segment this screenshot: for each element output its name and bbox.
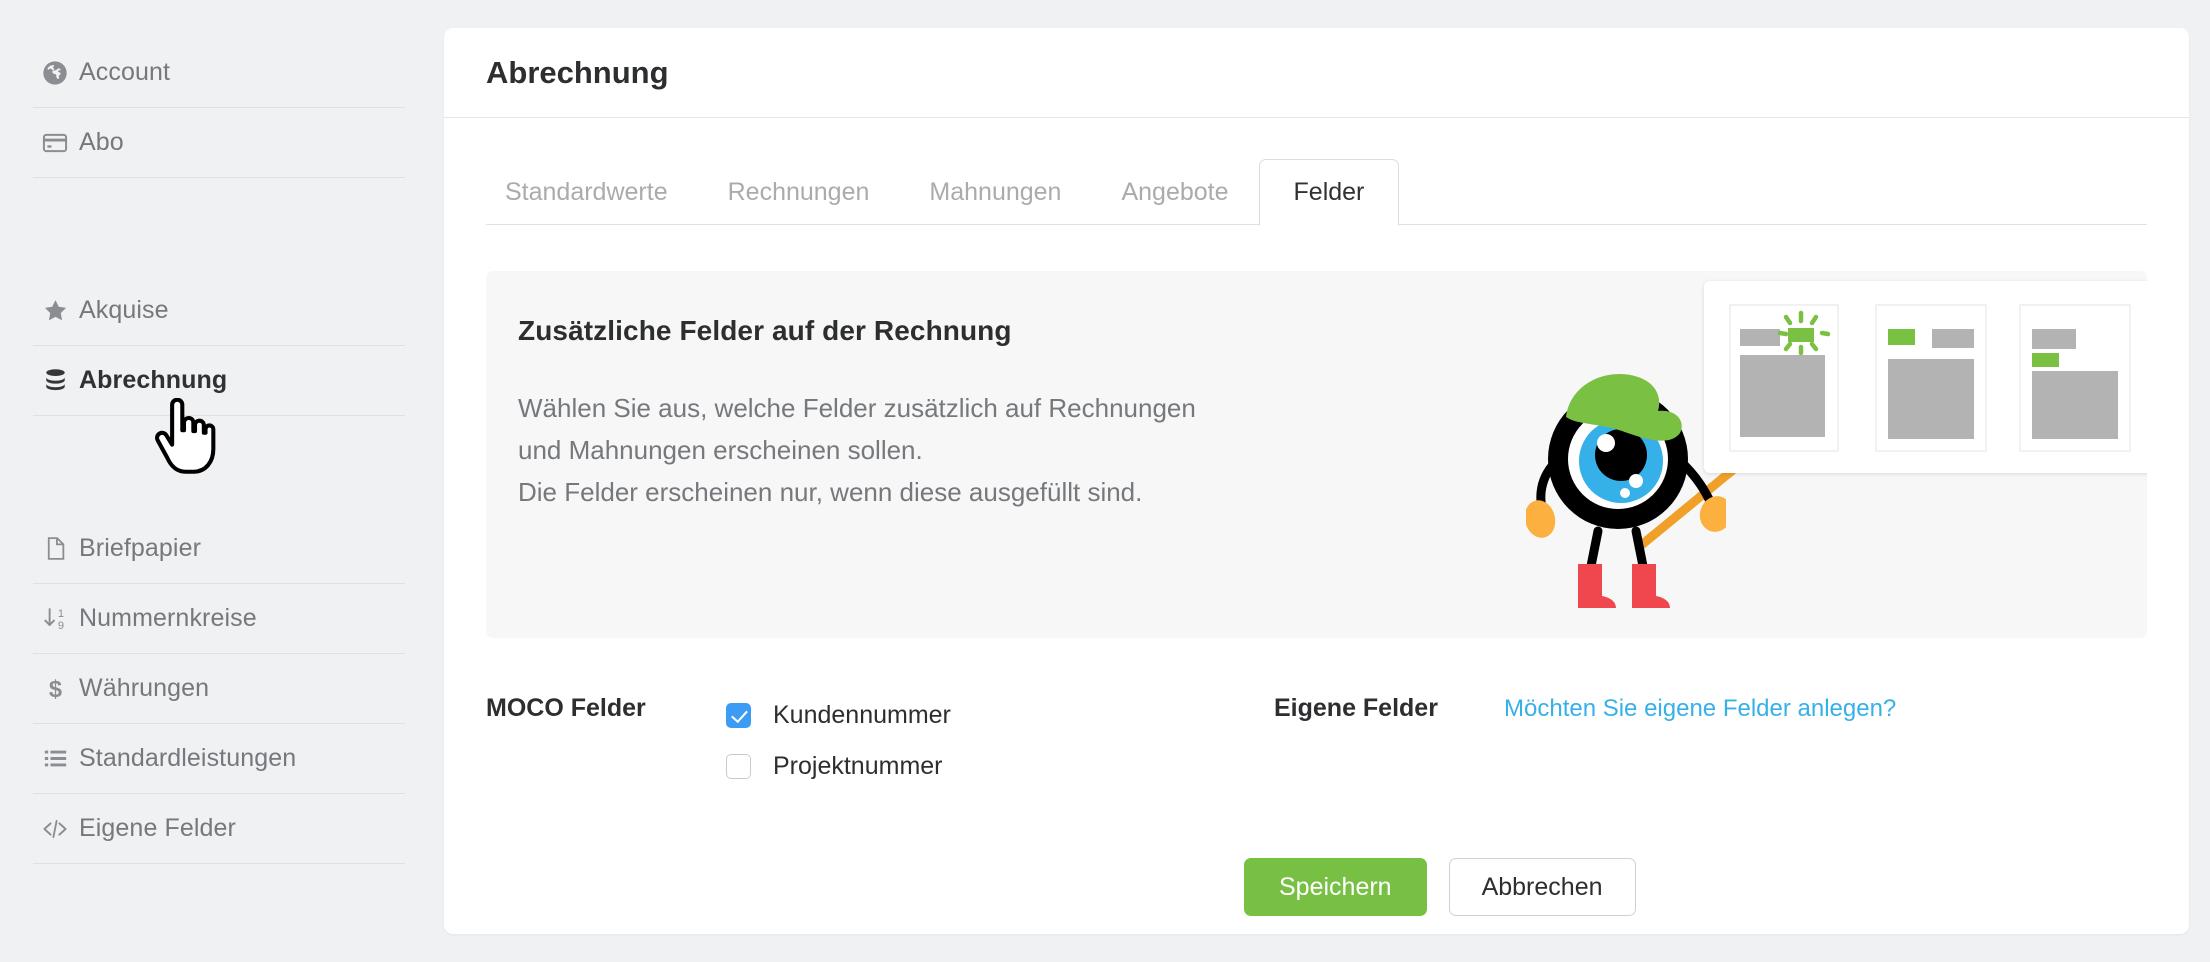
info-line-2: und Mahnungen erscheinen sollen.: [518, 435, 923, 466]
sidebar-item-akquise[interactable]: Akquise: [33, 276, 405, 346]
moco-fields-checkbox-group: Kundennummer Projektnummer: [726, 690, 1126, 792]
globe-icon: [33, 59, 77, 87]
credit-card-icon: [33, 129, 77, 157]
tab-rechnungen[interactable]: Rechnungen: [698, 159, 900, 225]
sidebar-item-eigene-felder[interactable]: Eigene Felder: [33, 794, 405, 864]
info-line-3: Die Felder erscheinen nur, wenn diese au…: [518, 477, 1143, 508]
tab-standardwerte[interactable]: Standardwerte: [475, 159, 698, 225]
checkbox-projektnummer[interactable]: Projektnummer: [726, 741, 1126, 792]
sidebar: Account Abo Akquise Abrechnung Briefpapi…: [0, 0, 440, 962]
sidebar-group-settings: Briefpapier 1 9 Nummernkreise $ Währunge…: [0, 514, 440, 864]
sidebar-item-label: Briefpapier: [79, 534, 201, 562]
star-icon: [33, 297, 77, 324]
sidebar-item-standardleistungen[interactable]: Standardleistungen: [33, 724, 405, 794]
sidebar-item-label: Nummernkreise: [79, 604, 257, 632]
sidebar-item-waehrungen[interactable]: $ Währungen: [33, 654, 405, 724]
code-icon: [33, 814, 77, 844]
tab-angebote[interactable]: Angebote: [1091, 159, 1258, 225]
mascot-eyeball-icon: [1526, 374, 1726, 608]
svg-text:1: 1: [58, 607, 64, 619]
fields-form-row: MOCO Felder Kundennummer Projektnummer E…: [444, 690, 2189, 792]
document-icon: [33, 535, 77, 562]
tab-bar: Standardwerte Rechnungen Mahnungen Angeb…: [444, 146, 2189, 226]
sidebar-item-nummernkreise[interactable]: 1 9 Nummernkreise: [33, 584, 405, 654]
checkbox-kundennummer-label: Kundennummer: [773, 701, 951, 729]
sidebar-item-label: Währungen: [79, 674, 210, 702]
info-text-block: Zusätzliche Felder auf der Rechnung Wähl…: [486, 271, 1386, 513]
save-button[interactable]: Speichern: [1244, 858, 1427, 916]
checkbox-projektnummer-box[interactable]: [726, 754, 751, 779]
info-line-1: Wählen Sie aus, welche Felder zusätzlich…: [518, 393, 1196, 423]
svg-text:$: $: [48, 677, 61, 702]
card-header: Abrechnung: [444, 28, 2189, 118]
own-fields-label: Eigene Felder: [1274, 694, 1438, 722]
checkbox-kundennummer[interactable]: Kundennummer: [726, 690, 1126, 741]
main-card: Abrechnung Standardwerte Rechnungen Mahn…: [444, 28, 2189, 934]
sidebar-group-modules: Akquise Abrechnung: [0, 276, 440, 416]
sidebar-item-label: Abo: [79, 128, 124, 156]
app-root: Account Abo Akquise Abrechnung Briefpapi…: [0, 0, 2210, 962]
list-icon: [33, 745, 77, 772]
invoice-preview-thumbnails-icon: [1729, 304, 2131, 452]
sidebar-item-abrechnung[interactable]: Abrechnung: [33, 346, 405, 416]
moco-fields-label: MOCO Felder: [486, 694, 646, 722]
info-panel-body: Wählen Sie aus, welche Felder zusätzlich…: [518, 387, 1386, 513]
info-panel-title: Zusätzliche Felder auf der Rechnung: [518, 315, 1012, 346]
form-actions: Speichern Abbrechen: [444, 858, 2189, 916]
create-own-fields-link[interactable]: Möchten Sie eigene Felder anlegen?: [1504, 690, 1896, 723]
sidebar-item-account[interactable]: Account: [33, 38, 405, 108]
sidebar-item-label: Account: [79, 58, 171, 86]
page-title: Abrechnung: [486, 54, 669, 90]
sidebar-group-account: Account Abo: [0, 38, 440, 178]
sidebar-item-label: Standardleistungen: [79, 744, 297, 772]
database-icon: [33, 367, 77, 394]
sidebar-item-label: Eigene Felder: [79, 814, 236, 842]
sidebar-item-briefpapier[interactable]: Briefpapier: [33, 514, 405, 584]
dollar-icon: $: [33, 675, 77, 702]
info-panel: Zusätzliche Felder auf der Rechnung Wähl…: [486, 271, 2147, 638]
number-range-icon: 1 9: [33, 605, 77, 633]
svg-text:9: 9: [58, 619, 64, 631]
checkbox-kundennummer-box[interactable]: [726, 703, 751, 728]
tab-mahnungen[interactable]: Mahnungen: [899, 159, 1091, 225]
sidebar-item-label: Abrechnung: [79, 366, 228, 394]
checkbox-projektnummer-label: Projektnummer: [773, 752, 943, 780]
tab-felder[interactable]: Felder: [1258, 159, 1400, 226]
preview-card: [1704, 281, 2147, 473]
sidebar-item-label: Akquise: [79, 296, 169, 324]
sidebar-item-abo[interactable]: Abo: [33, 108, 405, 178]
cancel-button[interactable]: Abbrechen: [1448, 858, 1636, 916]
